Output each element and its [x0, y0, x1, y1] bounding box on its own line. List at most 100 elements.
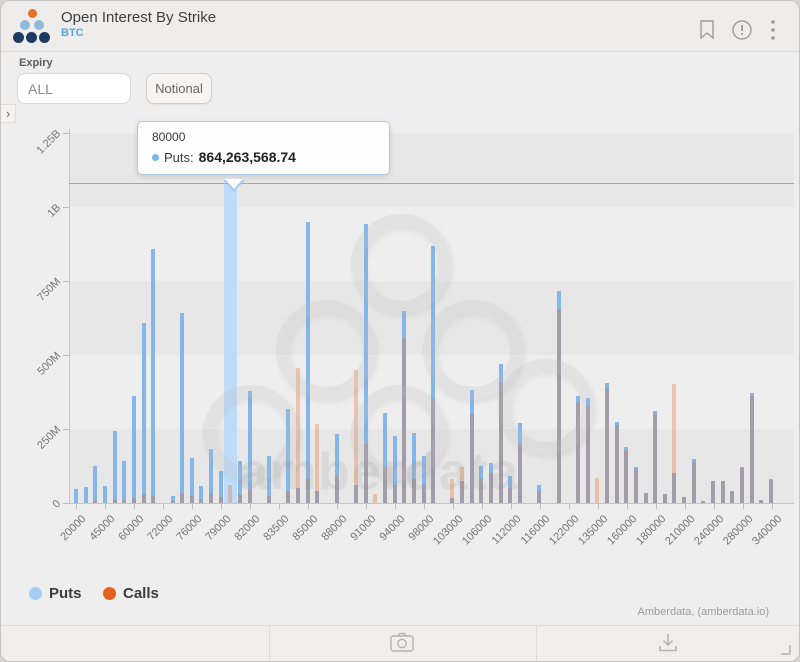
- y-tick: [63, 207, 69, 208]
- header: Open Interest By Strike BTC: [1, 1, 799, 52]
- notional-toggle-button[interactable]: Notional: [146, 73, 212, 104]
- bar-calls[interactable]: [151, 496, 155, 503]
- toolbar-divider: [269, 626, 270, 661]
- x-tick: [511, 503, 512, 509]
- x-axis-label: 106000: [460, 513, 494, 547]
- y-axis-line: [69, 129, 70, 504]
- x-axis-label: 85000: [290, 513, 320, 543]
- bar-calls[interactable]: [537, 491, 541, 503]
- chart-tooltip: 80000 Puts: 864,263,568.74: [137, 121, 390, 175]
- x-tick: [250, 503, 251, 509]
- x-tick: [337, 503, 338, 509]
- bar-calls[interactable]: [615, 425, 619, 503]
- expiry-label: Expiry: [19, 57, 53, 69]
- x-axis-label: 122000: [547, 513, 581, 547]
- attribution-text: Amberdata, (amberdata.io): [638, 606, 769, 618]
- bar-calls[interactable]: [190, 495, 194, 503]
- y-axis-label: 0: [14, 498, 63, 547]
- x-tick: [279, 503, 280, 509]
- bar-calls[interactable]: [199, 499, 203, 503]
- x-tick: [366, 503, 367, 509]
- tooltip-series-dot: [152, 154, 159, 161]
- x-tick: [482, 503, 483, 509]
- bar-puts[interactable]: [84, 487, 88, 503]
- bar-calls[interactable]: [740, 468, 744, 503]
- screenshot-camera-icon[interactable]: [382, 631, 422, 657]
- tooltip-arrow-fill: [225, 179, 243, 189]
- bar-calls[interactable]: [692, 462, 696, 503]
- y-tick: [63, 281, 69, 282]
- bar-puts[interactable]: [142, 323, 146, 503]
- x-axis-label: 135000: [576, 513, 610, 547]
- bar-puts[interactable]: [93, 466, 97, 503]
- bar-puts[interactable]: [122, 461, 126, 503]
- x-tick: [453, 503, 454, 509]
- bar-calls[interactable]: [605, 388, 609, 503]
- calls-legend-label: Calls: [123, 585, 159, 602]
- bar-calls[interactable]: [769, 480, 773, 503]
- bar-calls[interactable]: [634, 469, 638, 503]
- resize-handle[interactable]: [781, 645, 791, 655]
- bar-calls[interactable]: [721, 481, 725, 503]
- x-axis-label: 210000: [663, 513, 697, 547]
- bar-puts[interactable]: [151, 249, 155, 503]
- bar-calls[interactable]: [653, 414, 657, 503]
- bar-calls[interactable]: [682, 497, 686, 503]
- bottom-toolbar: [1, 625, 799, 661]
- bar-calls[interactable]: [171, 501, 175, 503]
- bar-calls[interactable]: [180, 493, 184, 503]
- legend-item-calls[interactable]: Calls: [103, 585, 159, 602]
- info-icon[interactable]: [730, 19, 754, 43]
- x-tick: [134, 503, 135, 509]
- x-tick: [308, 503, 309, 509]
- x-tick: [714, 503, 715, 509]
- bar-calls[interactable]: [750, 396, 754, 503]
- download-icon[interactable]: [648, 631, 688, 657]
- bar-calls[interactable]: [701, 501, 705, 503]
- x-axis-label: 45000: [87, 513, 117, 543]
- legend-item-puts[interactable]: Puts: [29, 585, 82, 602]
- x-tick: [424, 503, 425, 509]
- collapse-panel-chevron[interactable]: ›: [1, 104, 16, 123]
- tooltip-value: 864,263,568.74: [199, 149, 296, 165]
- bar-puts[interactable]: [132, 396, 136, 503]
- x-tick: [163, 503, 164, 509]
- bar-calls[interactable]: [711, 481, 715, 503]
- bar-calls[interactable]: [142, 494, 146, 503]
- bar-calls[interactable]: [595, 478, 599, 503]
- y-axis-label: 750M: [14, 276, 63, 325]
- bar-calls[interactable]: [644, 493, 648, 503]
- tooltip-strike: 80000: [152, 130, 377, 144]
- bar-calls[interactable]: [219, 497, 223, 503]
- bar-calls[interactable]: [228, 485, 232, 503]
- bar-calls[interactable]: [93, 500, 97, 503]
- bar-puts[interactable]: [74, 489, 78, 503]
- y-tick: [63, 429, 69, 430]
- legend: Puts Calls: [1, 585, 799, 605]
- kebab-menu-icon[interactable]: [761, 19, 785, 43]
- x-tick: [772, 503, 773, 509]
- bar-calls[interactable]: [122, 500, 126, 503]
- x-tick: [656, 503, 657, 509]
- x-tick: [221, 503, 222, 509]
- x-axis-label: 112000: [490, 513, 524, 547]
- asset-subtitle: BTC: [61, 27, 84, 39]
- x-axis-label: 60000: [116, 513, 146, 543]
- bar-calls[interactable]: [624, 450, 628, 503]
- bar-puts[interactable]: [103, 486, 107, 503]
- bar-calls[interactable]: [113, 499, 117, 503]
- watermark-ring-icon: [276, 300, 376, 400]
- bar-calls[interactable]: [672, 384, 676, 503]
- bookmark-icon[interactable]: [695, 19, 719, 43]
- bar-calls[interactable]: [132, 498, 136, 503]
- bar-calls[interactable]: [730, 491, 734, 503]
- bar-puts[interactable]: [180, 313, 184, 503]
- bar-calls[interactable]: [759, 500, 763, 503]
- expiry-select[interactable]: [17, 73, 131, 104]
- y-axis-label: 500M: [14, 350, 63, 399]
- puts-legend-label: Puts: [49, 585, 82, 602]
- bar-calls[interactable]: [209, 493, 213, 503]
- bar-puts[interactable]: [113, 431, 117, 503]
- bar-calls[interactable]: [663, 494, 667, 503]
- x-axis-label: 79000: [203, 513, 233, 543]
